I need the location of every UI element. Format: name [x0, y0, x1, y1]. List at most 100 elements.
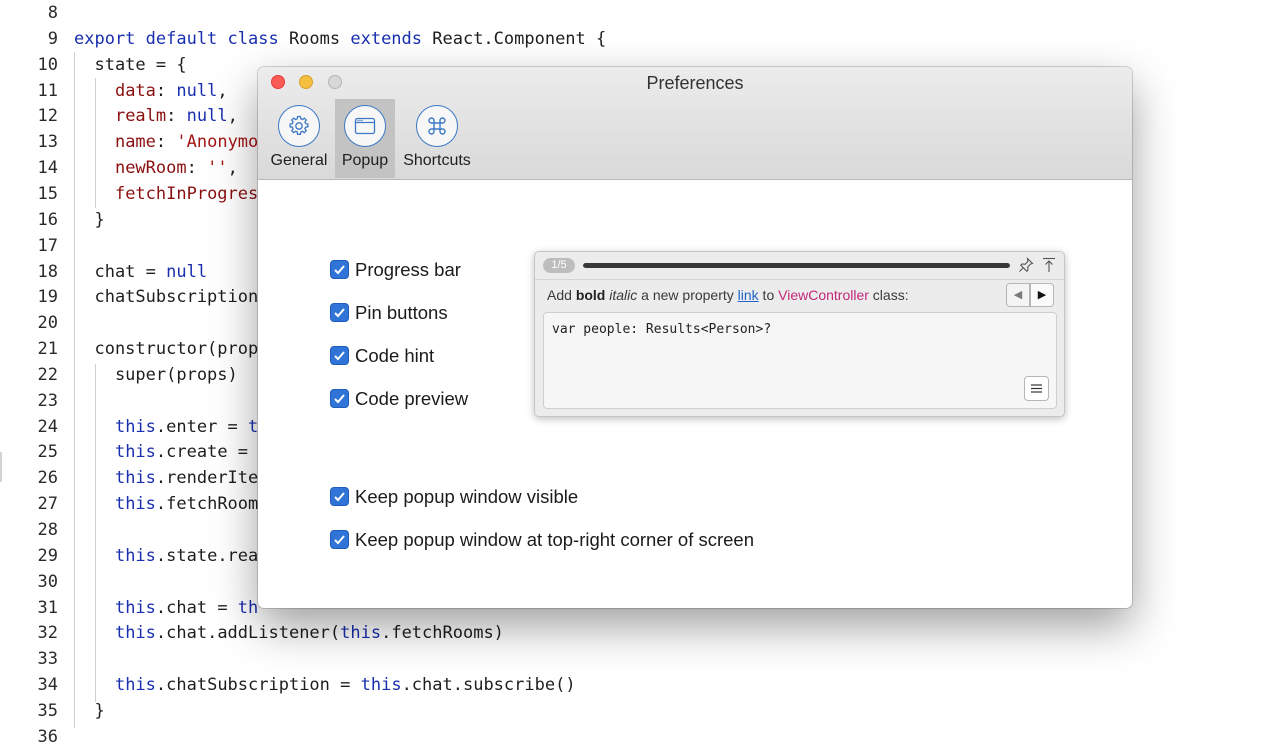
code-line: 35 }: [0, 698, 1280, 724]
code-text: chatSubscription: [74, 287, 259, 308]
line-number: 13: [37, 132, 58, 153]
line-number: 23: [37, 390, 58, 411]
tab-label: General: [270, 152, 328, 169]
code-text: this.state.rea: [114, 545, 259, 566]
hamburger-icon: [1031, 384, 1042, 393]
next-button[interactable]: ▶: [1030, 283, 1054, 307]
line-number: 24: [37, 416, 58, 437]
progress-bar-checkbox[interactable]: [330, 260, 349, 279]
hint-italic: italic: [609, 287, 638, 303]
progress-bar: [583, 263, 1010, 268]
progress-fill: [583, 263, 1010, 268]
keep-visible-checkbox[interactable]: [330, 487, 349, 506]
hint-link[interactable]: link: [738, 287, 759, 303]
keep-top-right-checkbox[interactable]: [330, 530, 349, 549]
code-line: 9 export default class Rooms extends Reac…: [0, 26, 1280, 52]
command-icon: [416, 105, 458, 147]
progress-bar-label: Progress bar: [355, 259, 461, 280]
code-text: newRoom: '',: [114, 158, 238, 179]
window-title: Preferences: [646, 73, 744, 93]
keep-visible-label: Keep popup window visible: [355, 486, 579, 507]
line-number: 16: [37, 209, 58, 230]
code-hint-checkbox[interactable]: [330, 346, 349, 365]
preferences-window: Preferences General Popup Shortcuts Prog…: [258, 67, 1132, 608]
line-number: 12: [37, 106, 58, 127]
code-text: fetchInProgres: [114, 183, 259, 204]
line-number: 8: [47, 3, 58, 23]
line-number: 20: [37, 313, 58, 334]
line-number: 25: [37, 442, 58, 463]
tab-general[interactable]: General: [268, 99, 330, 178]
hint-to: to: [758, 287, 779, 303]
line-number: 33: [37, 649, 58, 670]
code-text: this.create =: [114, 442, 259, 463]
code-text: state = {: [74, 54, 187, 75]
code-text: this.fetchRoom: [114, 494, 259, 515]
pin-buttons-checkbox[interactable]: [330, 303, 349, 322]
code-text: }: [74, 209, 105, 230]
line-number: 36: [37, 726, 58, 747]
pin-icon[interactable]: [1018, 257, 1034, 273]
code-line: 32 this.chat.addListener(this.fetchRooms…: [0, 620, 1280, 646]
code-text: }: [74, 700, 105, 721]
line-number: 35: [37, 700, 58, 721]
line-number: 31: [37, 597, 58, 618]
code-line: 36: [0, 724, 1280, 750]
code-text: this.chatSubscription = this.chat.subscr…: [114, 675, 576, 696]
code-text: super(props): [74, 364, 238, 385]
code-text: this.chat = th: [114, 597, 259, 618]
line-number: 29: [37, 545, 58, 566]
code-text: chat = null: [74, 261, 208, 282]
line-number: 22: [37, 364, 58, 385]
tab-label: Popup: [341, 152, 389, 169]
code-hint-text: Add bold italic a new property link to V…: [547, 287, 909, 303]
hint-class-name: ViewController: [778, 287, 869, 303]
line-number: 27: [37, 494, 58, 515]
tab-popup[interactable]: Popup: [335, 99, 395, 178]
line-number: 17: [37, 235, 58, 256]
move-to-top-icon[interactable]: [1041, 257, 1057, 273]
title-bar: Preferences General Popup Shortcuts: [258, 67, 1132, 180]
gear-icon: [278, 105, 320, 147]
snippet-counter: 1/5: [543, 258, 575, 273]
code-text: realm: null,: [114, 106, 238, 127]
tab-label: Shortcuts: [403, 152, 471, 169]
divider: [535, 279, 1064, 280]
line-number: 28: [37, 520, 58, 540]
code-text: this.renderIte: [114, 468, 259, 489]
line-number: 32: [37, 623, 58, 644]
code-text: export default class Rooms extends React…: [74, 28, 607, 49]
code-preview-label: Code preview: [355, 388, 469, 409]
line-number: 26: [37, 468, 58, 489]
code-text: this.chat.addListener(this.fetchRooms): [114, 623, 504, 644]
hint-prefix: Add: [547, 287, 576, 303]
code-line: 8: [0, 0, 1280, 26]
code-preview-box: var people: Results<Person>?: [543, 312, 1057, 409]
code-line: 33: [0, 646, 1280, 672]
code-hint-label: Code hint: [355, 345, 435, 366]
menu-button[interactable]: [1024, 376, 1049, 401]
line-number: 10: [37, 54, 58, 75]
line-number: 34: [37, 675, 58, 696]
line-number: 15: [37, 183, 58, 204]
tab-shortcuts[interactable]: Shortcuts: [399, 99, 475, 178]
code-line: 34 this.chatSubscription = this.chat.sub…: [0, 672, 1280, 698]
line-number: 14: [37, 158, 58, 179]
pin-buttons-label: Pin buttons: [355, 302, 448, 323]
line-number: 11: [37, 80, 58, 101]
code-sample: var people: Results<Person>?: [552, 322, 772, 337]
code-text: constructor(prop: [74, 339, 259, 360]
code-text: data: null,: [114, 80, 228, 101]
hint-suffix: class:: [868, 287, 909, 303]
line-number: 9: [47, 28, 58, 49]
hint-bold: bold: [575, 287, 606, 303]
line-number: 30: [37, 571, 58, 592]
popup-preview: 1/5 Add bold italic a new property link …: [534, 251, 1065, 417]
line-number: 21: [37, 339, 58, 360]
code-text: name: 'Anonymo: [114, 132, 259, 153]
code-text: this.enter = t: [114, 416, 259, 437]
previous-button[interactable]: ◀: [1006, 283, 1030, 307]
hint-middle: a new property: [637, 287, 738, 303]
line-number: 18: [37, 261, 58, 282]
code-preview-checkbox[interactable]: [330, 389, 349, 408]
